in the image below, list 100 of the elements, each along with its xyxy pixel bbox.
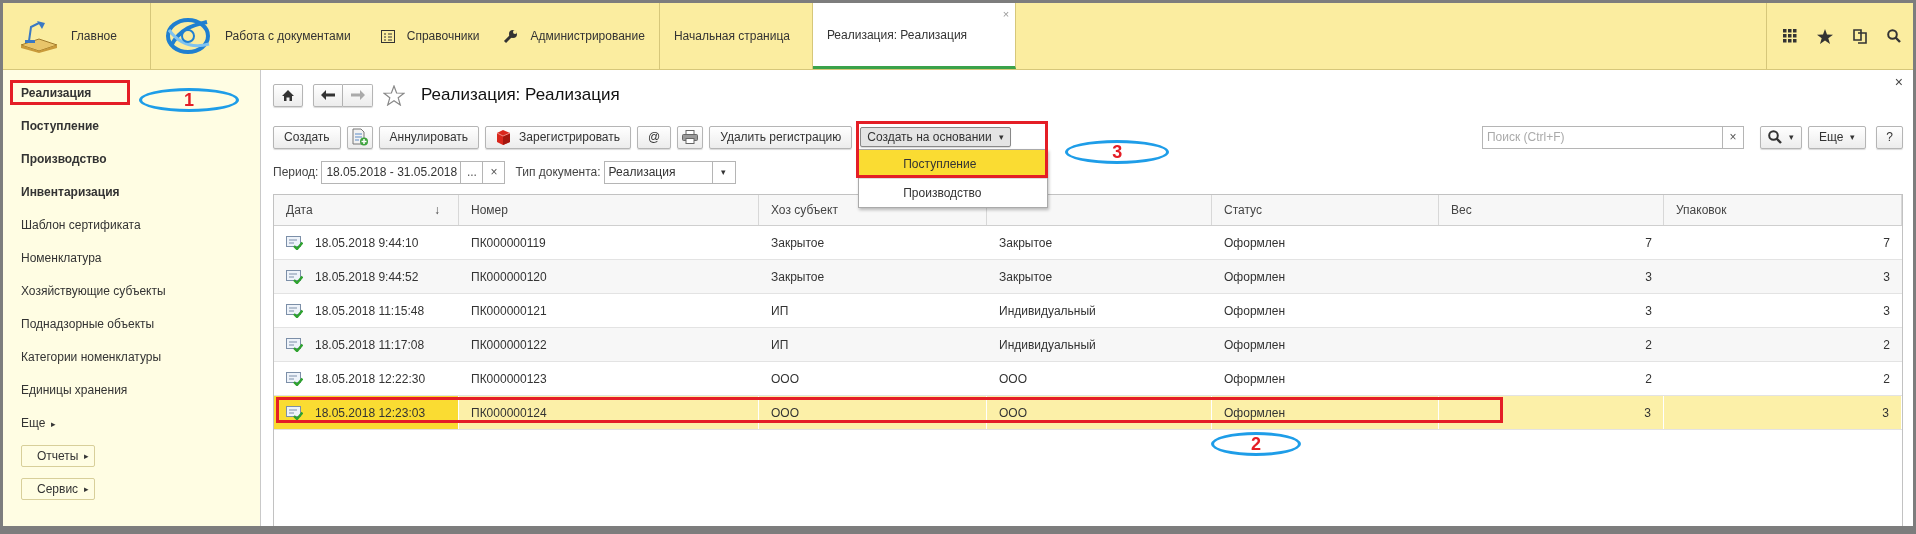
table-cell: ПК000000123 <box>471 371 547 386</box>
sort-arrow-icon[interactable]: ↓ <box>434 203 440 217</box>
sidebar-item[interactable]: Шаблон сертификата <box>21 217 141 232</box>
search-icon <box>1767 130 1782 144</box>
back-arrow-icon <box>321 90 335 100</box>
star-icon[interactable] <box>1817 28 1833 44</box>
star-outline-icon <box>383 84 405 106</box>
sidebar-button[interactable]: Отчеты ▸ <box>21 444 96 467</box>
column-header[interactable]: Статус <box>1224 203 1262 217</box>
table-cell: ООО <box>771 405 799 420</box>
sidebar-item[interactable]: Реализация <box>21 85 92 100</box>
table-row[interactable]: 18.05.2018 12:23:03 ПК000000124 ООО ООО Оформлен 3 3 <box>274 396 1902 430</box>
menu-item[interactable]: Поступление <box>859 150 1048 178</box>
toolbar-button[interactable]: Создать <box>273 125 341 149</box>
table-row[interactable]: 18.05.2018 11:17:08 ПК000000122 ИП Индивидуальный Оформлен 2 2 <box>274 328 1902 362</box>
table-cell: ООО <box>999 405 1027 420</box>
column-header[interactable]: Дата <box>286 203 313 217</box>
table-cell: ИП <box>771 303 789 318</box>
table-cell: 3 <box>1882 405 1889 420</box>
table-cell: ПК000000122 <box>471 337 547 352</box>
sidebar-item[interactable]: Инвентаризация <box>21 184 120 199</box>
callout-number: 1 <box>139 88 239 112</box>
table-cell: 2 <box>1883 371 1890 386</box>
more-link[interactable]: Еще ▸ <box>21 415 57 430</box>
toolbar-button[interactable] <box>677 125 704 149</box>
close-button[interactable]: × <box>1894 74 1903 90</box>
table-cell: 2 <box>1645 337 1652 352</box>
table-cell: 2 <box>1883 337 1890 352</box>
tab[interactable]: Начальная страница <box>659 3 813 69</box>
column-header[interactable]: Хоз субъект <box>771 203 838 217</box>
section-link[interactable]: Работа с документами <box>151 3 363 69</box>
field-label: Период: <box>273 165 319 179</box>
back-button[interactable] <box>313 83 343 107</box>
search-field[interactable]: Поиск (Ctrl+F) × <box>1481 125 1744 149</box>
list-icon <box>380 29 395 43</box>
table-cell: 3 <box>1645 269 1652 284</box>
table-cell: Закрытое <box>771 235 825 250</box>
table-cell: 7 <box>1883 235 1890 250</box>
sidebar-item[interactable]: Единицы хранения <box>21 382 128 397</box>
grid-icon[interactable] <box>1783 29 1797 43</box>
sidebar-item[interactable]: Поднадзорные объекты <box>21 316 155 331</box>
globe-icon <box>165 16 211 56</box>
toolbar-button[interactable]: Удалить регистрацию <box>709 125 853 149</box>
sidebar-item[interactable]: Категории номенклатуры <box>21 349 162 364</box>
table-cell: Оформлен <box>1224 269 1286 284</box>
table-cell: ИП <box>771 337 789 352</box>
table-cell: ПК000000119 <box>471 235 546 250</box>
table-cell: 3 <box>1645 303 1652 318</box>
document-add-icon <box>351 128 368 146</box>
more-button[interactable]: Еще ▾ <box>1807 125 1867 149</box>
posted-document-icon <box>286 303 303 318</box>
forward-arrow-icon <box>350 90 365 100</box>
sidebar-button[interactable]: Сервис ▸ <box>21 477 96 500</box>
table-cell: Оформлен <box>1224 371 1286 386</box>
help-button[interactable]: ? <box>1876 125 1903 149</box>
clear-button[interactable]: × <box>483 160 506 184</box>
create-based-on-button[interactable]: Создать на основании ▾ <box>860 127 1011 147</box>
table-cell: Индивидуальный <box>999 337 1096 352</box>
table-cell: Закрытое <box>999 269 1053 284</box>
table-cell: 3 <box>1883 303 1890 318</box>
sidebar-item[interactable]: Номенклатура <box>21 250 102 265</box>
section-link[interactable]: Администрирование <box>491 3 660 69</box>
column-header[interactable]: Номер <box>471 203 508 217</box>
select-period-button[interactable]: ... <box>461 160 484 184</box>
table-cell: 18.05.2018 12:22:30 <box>315 371 426 386</box>
section-link[interactable]: Справочники <box>368 3 492 69</box>
table-cell: ООО <box>999 371 1027 386</box>
column-header[interactable]: Упаковок <box>1676 203 1727 217</box>
period-field[interactable]: 18.05.2018 - 31.05.2018 <box>321 160 462 184</box>
table-row[interactable]: 18.05.2018 9:44:52 ПК000000120 Закрытое Закрытое Оформлен 3 3 <box>274 260 1902 294</box>
toolbar-button[interactable]: Зарегистрировать <box>485 125 632 149</box>
toolbar-button[interactable]: Аннулировать <box>378 125 480 149</box>
table-cell: 18.05.2018 11:15:48 <box>315 303 425 318</box>
callout-number: 3 <box>1065 140 1170 164</box>
table-cell: 3 <box>1644 405 1651 420</box>
table-cell: Оформлен <box>1224 303 1286 318</box>
search-button[interactable]: ▾ <box>1759 125 1802 149</box>
column-header[interactable]: Вес <box>1451 203 1472 217</box>
home-button[interactable] <box>273 83 303 107</box>
section-link[interactable]: Главное <box>3 3 151 69</box>
sidebar-item[interactable]: Хозяйствующие субъекты <box>21 283 166 298</box>
table-cell: Оформлен <box>1224 235 1286 250</box>
clear-button[interactable]: × <box>1721 126 1743 148</box>
sidebar-item[interactable]: Производство <box>21 151 107 166</box>
table-cell: 18.05.2018 9:44:52 <box>315 269 419 284</box>
copy-icon[interactable] <box>1853 28 1867 44</box>
table-cell: 3 <box>1883 269 1890 284</box>
toolbar-button[interactable] <box>346 125 373 149</box>
field-label: Тип документа: <box>515 165 601 179</box>
sidebar-item[interactable]: Поступление <box>21 118 99 133</box>
menu-item[interactable]: Производство <box>859 178 1048 207</box>
tab[interactable]: Реализация: Реализация × <box>812 3 1017 69</box>
table-cell: 2 <box>1645 371 1652 386</box>
table-cell: 7 <box>1645 235 1652 250</box>
toolbar-button[interactable]: @ <box>637 125 672 149</box>
table-cell: 18.05.2018 11:17:08 <box>315 337 425 352</box>
search-icon[interactable] <box>1887 29 1901 43</box>
document-type-field[interactable]: Реализация ▾ <box>603 160 736 184</box>
form-title: Реализация: Реализация <box>421 85 620 105</box>
table-cell: Индивидуальный <box>999 303 1096 318</box>
